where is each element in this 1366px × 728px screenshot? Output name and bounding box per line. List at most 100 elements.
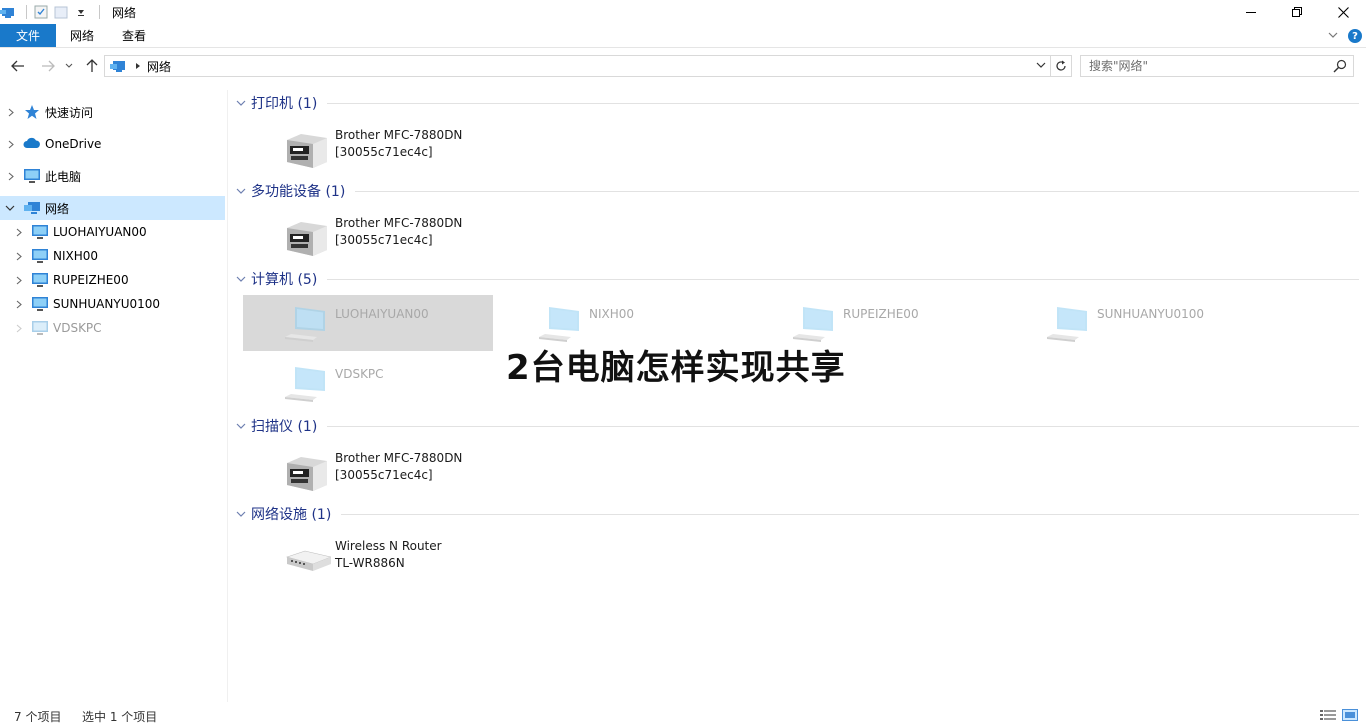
recent-locations-button[interactable] [62,55,76,77]
group-divider [355,190,1359,192]
navigation-pane: 快速访问 OneDrive 此电脑 网络 LUOHAIYUAN00 NIXH00… [0,90,228,702]
close-button[interactable] [1320,0,1366,24]
computer-icon [283,303,331,347]
sidebar-item-onedrive[interactable]: OneDrive [0,132,225,156]
star-icon [24,104,42,120]
breadcrumb-separator-icon[interactable] [135,62,141,70]
window-controls [1228,0,1366,24]
device-id: [30055c71ec4c] [335,145,433,159]
forward-arrow-icon [42,60,55,72]
sidebar-item-label: 快速访问 [45,105,94,120]
group-header-scanners[interactable]: 扫描仪 (1) [235,416,1359,436]
device-name: Wireless N Router [335,539,442,553]
group-divider [327,425,1359,427]
minimize-icon [1246,12,1256,13]
group-header-multifunction-devices[interactable]: 多功能设备 (1) [235,181,1359,201]
network-icon[interactable] [0,4,16,20]
search-input[interactable] [1089,59,1329,73]
computer-icon [23,168,41,184]
device-name: Brother MFC-7880DN [335,216,463,230]
sidebar-item-quick-access[interactable]: 快速访问 [0,100,225,124]
chevron-down-icon[interactable] [235,508,247,520]
printer-icon [283,449,331,493]
address-dropdown-button[interactable] [1036,59,1046,74]
device-name: Brother MFC-7880DN [335,451,463,465]
sidebar-item-this-pc[interactable]: 此电脑 [0,164,225,188]
chevron-down-icon [65,63,73,68]
back-button[interactable] [8,55,28,77]
chevron-down-icon[interactable] [235,97,247,109]
search-box[interactable] [1080,55,1354,77]
customize-qat-chevron-icon[interactable] [73,4,89,20]
refresh-button[interactable] [1050,55,1072,77]
computer-tile-sunhuanyu0100[interactable]: SUNHUANYU0100 [1005,295,1255,351]
sidebar-item-label: VDSKPC [53,321,102,335]
refresh-icon [1055,60,1066,71]
chevron-right-icon[interactable] [6,107,16,117]
forward-button[interactable] [38,55,58,77]
up-button[interactable] [82,55,102,77]
chevron-right-icon[interactable] [14,251,24,261]
search-icon[interactable] [1333,59,1347,76]
chevron-down-icon[interactable] [235,185,247,197]
tab-view[interactable]: 查看 [108,24,160,47]
sidebar-item-rupeizhe00[interactable]: RUPEIZHE00 [0,268,225,292]
computer-tile-vdskpc[interactable]: VDSKPC [243,355,493,411]
group-header-printers[interactable]: 打印机 (1) [235,93,1359,113]
sidebar-item-luohaiyuan00[interactable]: LUOHAIYUAN00 [0,220,225,244]
sidebar-item-sunhuanyu0100[interactable]: SUNHUANYU0100 [0,292,225,316]
computer-icon [31,248,49,264]
chevron-down-icon[interactable] [235,420,247,432]
printer-icon [283,214,331,258]
group-header-network-infrastructure[interactable]: 网络设施 (1) [235,504,1359,524]
printer-icon [283,126,331,170]
sidebar-item-label: 此电脑 [45,169,82,184]
tab-file[interactable]: 文件 [0,24,56,47]
chevron-down-icon[interactable] [235,273,247,285]
chevron-right-icon[interactable] [14,275,24,285]
group-title: 多功能设备 (1) [251,184,346,200]
chevron-down-icon[interactable] [5,203,15,213]
group-title: 网络设施 (1) [251,507,332,523]
sidebar-item-label: SUNHUANYU0100 [53,297,161,311]
details-view-icon[interactable] [1320,709,1336,724]
device-tile[interactable]: Brother MFC-7880DN [30055c71ec4c] [243,441,493,497]
large-icons-view-icon[interactable] [1342,709,1358,724]
title-bar: 网络 [0,0,1366,24]
computer-icon [31,224,49,240]
chevron-right-icon[interactable] [6,171,16,181]
chevron-right-icon[interactable] [14,323,24,333]
cloud-icon [23,137,41,153]
ribbon-tabs: 文件 网络 查看 ? [0,24,1366,48]
status-bar: 7 个项目 选中 1 个项目 [0,704,1366,728]
tab-network[interactable]: 网络 [56,24,108,47]
chevron-down-icon [1036,62,1046,68]
breadcrumb-network[interactable]: 网络 [147,58,171,75]
sidebar-item-nixh00[interactable]: NIXH00 [0,244,225,268]
help-button[interactable]: ? [1348,29,1362,43]
chevron-right-icon[interactable] [6,139,16,149]
device-id: [30055c71ec4c] [335,233,433,247]
properties-icon[interactable] [33,4,49,20]
address-bar[interactable]: 网络 [104,55,1051,77]
device-tile-router[interactable]: Wireless N Router TL-WR886N [243,529,493,585]
chevron-right-icon[interactable] [14,299,24,309]
device-tile[interactable]: Brother MFC-7880DN [30055c71ec4c] [243,118,493,174]
computer-tile-luohaiyuan00[interactable]: LUOHAIYUAN00 [243,295,493,351]
group-divider [341,513,1359,515]
new-folder-icon[interactable] [53,4,69,20]
chevron-right-icon[interactable] [14,227,24,237]
group-header-computers[interactable]: 计算机 (5) [235,269,1359,289]
minimize-button[interactable] [1228,0,1274,24]
quick-access-toolbar [0,0,106,24]
restore-button[interactable] [1274,0,1320,24]
sidebar-item-network[interactable]: 网络 [0,196,225,220]
close-icon [1337,6,1349,18]
address-row: 网络 [0,53,1366,79]
sidebar-item-label: OneDrive [45,137,102,151]
sidebar-item-vdskpc[interactable]: VDSKPC [0,316,225,340]
toolbar-divider [99,5,100,19]
group-divider [327,102,1359,104]
device-tile[interactable]: Brother MFC-7880DN [30055c71ec4c] [243,206,493,262]
expand-ribbon-chevron-icon[interactable] [1328,29,1338,43]
